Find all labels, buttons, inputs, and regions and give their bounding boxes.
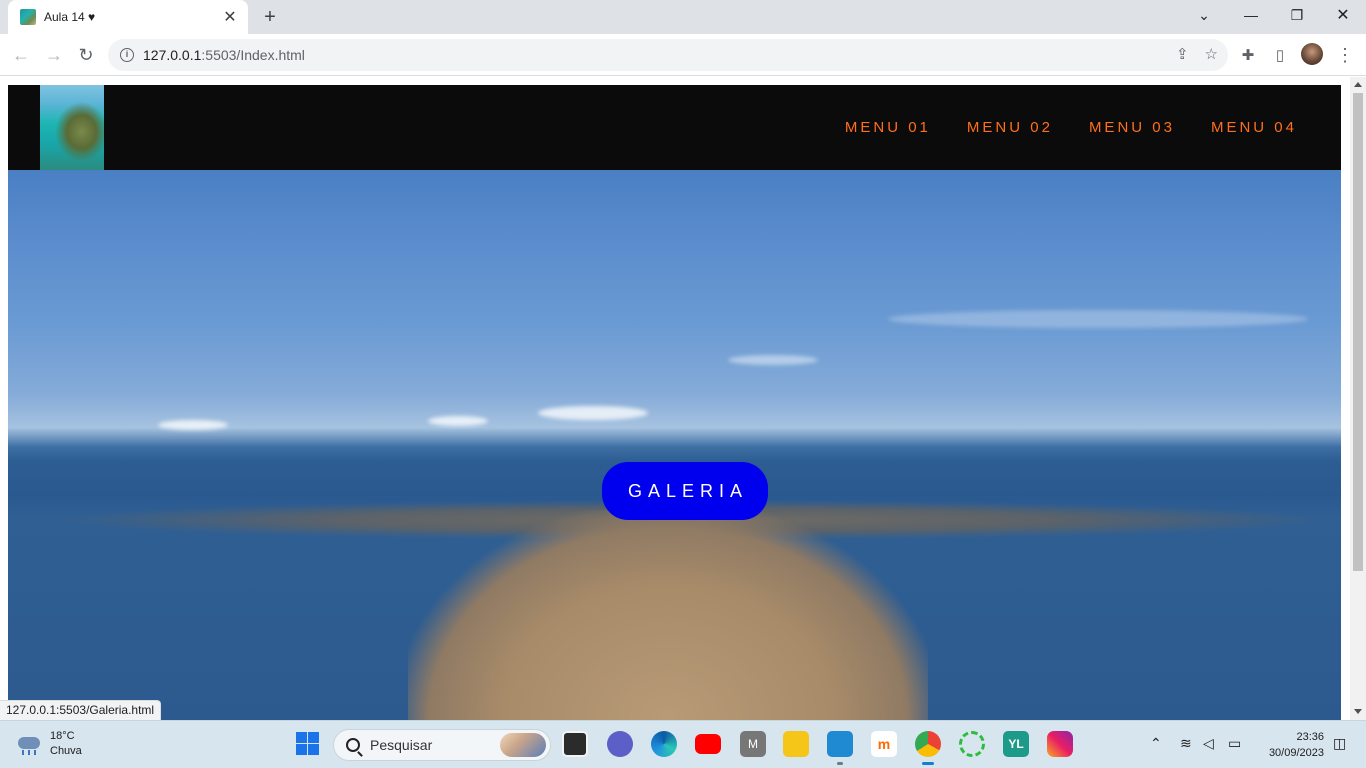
more-menu-icon[interactable]: ⋮ <box>1333 43 1357 67</box>
address-bar[interactable]: i 127.0.0.1:5503/Index.html ⇪ ☆ <box>108 39 1228 71</box>
browser-tab-strip: Aula 14 ♥ ✕ + ⌄ — ❐ ✕ <box>0 0 1366 34</box>
vscode-icon[interactable] <box>827 731 853 765</box>
profile-avatar[interactable] <box>1301 43 1323 65</box>
windows-taskbar: 18°C Chuva Pesquisar M m YL ⌃ ≋ ◁ ▭ 23:3… <box>0 720 1366 768</box>
scroll-down-icon[interactable] <box>1354 709 1362 714</box>
back-icon[interactable]: ← <box>9 43 33 67</box>
new-tab-icon[interactable]: + <box>258 6 282 28</box>
system-clock[interactable]: 23:36 30/09/2023 <box>1262 729 1324 761</box>
weather-condition: Chuva <box>50 745 82 757</box>
browser-tab[interactable]: Aula 14 ♥ ✕ <box>8 0 248 34</box>
app-yl-icon[interactable]: YL <box>1003 731 1029 757</box>
clock-date: 30/09/2023 <box>1268 747 1324 759</box>
menu-item-01[interactable]: MENU 01 <box>845 119 931 136</box>
wifi-icon[interactable]: ≋ <box>1180 735 1192 752</box>
clock-time: 23:36 <box>1296 731 1324 743</box>
site-info-icon[interactable]: i <box>120 48 134 62</box>
scroll-up-icon[interactable] <box>1354 82 1362 87</box>
menu-item-04[interactable]: MENU 04 <box>1211 119 1297 136</box>
reload-icon[interactable]: ↻ <box>74 43 98 67</box>
close-tab-icon[interactable]: ✕ <box>222 7 238 27</box>
extensions-icon[interactable]: ✚ <box>1236 43 1260 67</box>
site-header: MENU 01 MENU 02 MENU 03 MENU 04 <box>8 85 1341 170</box>
url-text: 127.0.0.1:5503/Index.html <box>143 47 305 63</box>
site-logo[interactable] <box>40 85 104 170</box>
restore-icon[interactable]: ❐ <box>1274 0 1320 30</box>
taskbar-search[interactable]: Pesquisar <box>333 729 551 761</box>
cloud <box>538 406 648 420</box>
cloud <box>428 416 488 426</box>
forward-icon[interactable]: → <box>42 43 66 67</box>
chrome-icon[interactable] <box>915 731 941 765</box>
page-viewport: MENU 01 MENU 02 MENU 03 MENU 04 GALERIA <box>0 77 1350 720</box>
bookmark-star-icon[interactable]: ☆ <box>1205 45 1218 63</box>
task-view-icon[interactable] <box>562 731 588 757</box>
start-windows-icon[interactable] <box>295 731 321 757</box>
tab-favicon-icon <box>20 9 36 25</box>
app-m-orange-icon[interactable]: m <box>871 731 897 757</box>
close-window-icon[interactable]: ✕ <box>1320 0 1366 30</box>
menu-item-02[interactable]: MENU 02 <box>967 119 1053 136</box>
sand-bar <box>408 510 928 720</box>
youtube-icon[interactable] <box>695 734 721 754</box>
tray-chevron-up-icon[interactable]: ⌃ <box>1150 735 1162 752</box>
hero-beach-image: GALERIA <box>8 170 1341 720</box>
teams-chat-icon[interactable] <box>607 731 633 757</box>
browser-toolbar: ← → ↻ i 127.0.0.1:5503/Index.html ⇪ ☆ ✚ … <box>0 34 1366 76</box>
url-path: :5503/Index.html <box>201 47 305 63</box>
file-explorer-icon[interactable] <box>783 731 809 757</box>
rain-cloud-icon <box>16 733 42 755</box>
cloud <box>728 355 818 365</box>
search-highlight-image <box>500 733 546 757</box>
menu-item-03[interactable]: MENU 03 <box>1089 119 1175 136</box>
cloud <box>158 420 228 430</box>
weather-widget[interactable]: 18°C Chuva <box>16 729 82 759</box>
side-panel-icon[interactable]: ▯ <box>1268 43 1292 67</box>
app-ring-icon[interactable] <box>959 731 985 757</box>
share-icon[interactable]: ⇪ <box>1176 45 1189 63</box>
instagram-icon[interactable] <box>1047 731 1073 757</box>
volume-icon[interactable]: ◁ <box>1203 735 1214 752</box>
link-status-bubble: 127.0.0.1:5503/Galeria.html <box>0 700 162 720</box>
app-m-icon[interactable]: M <box>740 731 766 757</box>
tab-title: Aula 14 ♥ <box>44 10 96 24</box>
weather-temp: 18°C <box>50 730 75 742</box>
search-label: Pesquisar <box>370 737 433 753</box>
search-icon <box>346 738 360 752</box>
galeria-button[interactable]: GALERIA <box>602 462 768 520</box>
page-scrollbar[interactable] <box>1350 77 1366 720</box>
scroll-thumb[interactable] <box>1353 93 1363 571</box>
edge-icon[interactable] <box>651 731 677 757</box>
tab-search-chevron-icon[interactable]: ⌄ <box>1181 0 1227 30</box>
notifications-icon[interactable]: ◫ <box>1333 735 1346 752</box>
main-menu: MENU 01 MENU 02 MENU 03 MENU 04 <box>845 119 1297 136</box>
url-host: 127.0.0.1 <box>143 47 202 63</box>
battery-icon[interactable]: ▭ <box>1228 735 1241 752</box>
minimize-icon[interactable]: — <box>1228 0 1274 30</box>
cloud <box>888 310 1308 328</box>
